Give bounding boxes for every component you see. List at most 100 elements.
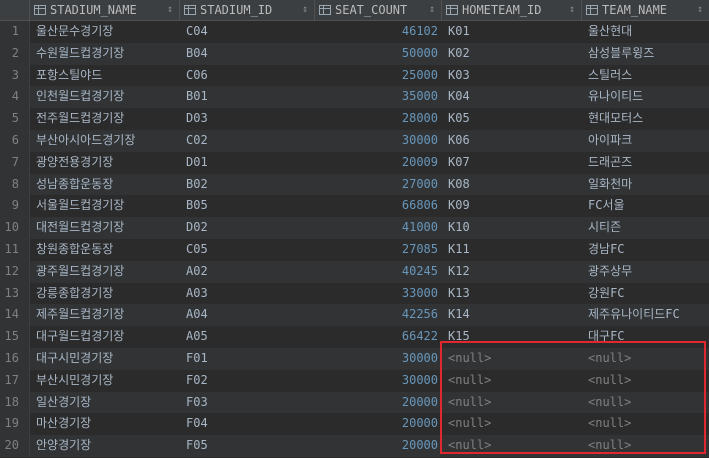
cell-seat-count[interactable]: 20000 <box>315 392 442 414</box>
cell-stadium-name[interactable]: 성남종합운동장 <box>30 174 180 196</box>
cell-stadium-id[interactable]: C05 <box>180 239 315 261</box>
table-row[interactable]: 18 일산경기장 F03 20000 <null> <null> <box>0 391 709 414</box>
cell-stadium-id[interactable]: C04 <box>180 21 315 43</box>
cell-hometeam-id[interactable]: K02 <box>442 43 582 65</box>
cell-stadium-name[interactable]: 서울월드컵경기장 <box>30 195 180 217</box>
cell-stadium-name[interactable]: 광주월드컵경기장 <box>30 261 180 283</box>
table-row[interactable]: 13 강릉종합경기장 A03 33000 K13 강원FC <box>0 282 709 305</box>
cell-seat-count[interactable]: 30000 <box>315 370 442 392</box>
cell-stadium-id[interactable]: F04 <box>180 413 315 435</box>
cell-stadium-name[interactable]: 전주월드컵경기장 <box>30 108 180 130</box>
column-header-hometeam-id[interactable]: HOMETEAM_ID ↕ <box>442 0 582 20</box>
cell-stadium-name[interactable]: 안양경기장 <box>30 435 180 457</box>
cell-team-name[interactable]: 강원FC <box>582 283 709 305</box>
cell-seat-count[interactable]: 20000 <box>315 413 442 435</box>
cell-team-name[interactable]: 일화천마 <box>582 174 709 196</box>
cell-seat-count[interactable]: 40245 <box>315 261 442 283</box>
cell-team-name[interactable]: 드래곤즈 <box>582 152 709 174</box>
cell-seat-count[interactable]: 66806 <box>315 195 442 217</box>
column-header-team-name[interactable]: TEAM_NAME ↕ <box>582 0 709 20</box>
cell-seat-count[interactable]: 20009 <box>315 152 442 174</box>
cell-hometeam-id[interactable]: K03 <box>442 65 582 87</box>
cell-stadium-name[interactable]: 포항스틸야드 <box>30 65 180 87</box>
cell-hometeam-id[interactable]: K12 <box>442 261 582 283</box>
cell-stadium-name[interactable]: 일산경기장 <box>30 392 180 414</box>
cell-seat-count[interactable]: 66422 <box>315 326 442 348</box>
cell-stadium-id[interactable]: B01 <box>180 86 315 108</box>
cell-seat-count[interactable]: 27085 <box>315 239 442 261</box>
table-row[interactable]: 12 광주월드컵경기장 A02 40245 K12 광주상무 <box>0 260 709 283</box>
cell-stadium-id[interactable]: A04 <box>180 304 315 326</box>
cell-stadium-id[interactable]: A05 <box>180 326 315 348</box>
cell-seat-count[interactable]: 50000 <box>315 43 442 65</box>
cell-stadium-id[interactable]: D03 <box>180 108 315 130</box>
cell-seat-count[interactable]: 41000 <box>315 217 442 239</box>
cell-team-name[interactable]: 삼성블루윙즈 <box>582 43 709 65</box>
sort-icon[interactable]: ↕ <box>569 0 575 20</box>
sort-icon[interactable]: ↕ <box>697 0 703 20</box>
sort-icon[interactable]: ↕ <box>167 0 173 20</box>
cell-hometeam-id[interactable]: K01 <box>442 21 582 43</box>
cell-hometeam-id[interactable]: K10 <box>442 217 582 239</box>
cell-stadium-name[interactable]: 부산아시아드경기장 <box>30 130 180 152</box>
cell-stadium-name[interactable]: 강릉종합경기장 <box>30 283 180 305</box>
cell-stadium-name[interactable]: 수원월드컵경기장 <box>30 43 180 65</box>
cell-seat-count[interactable]: 20000 <box>315 435 442 457</box>
cell-hometeam-id[interactable]: K06 <box>442 130 582 152</box>
cell-stadium-id[interactable]: D02 <box>180 217 315 239</box>
cell-stadium-id[interactable]: B05 <box>180 195 315 217</box>
cell-seat-count[interactable]: 30000 <box>315 130 442 152</box>
cell-stadium-name[interactable]: 대전월드컵경기장 <box>30 217 180 239</box>
table-row[interactable]: 2 수원월드컵경기장 B04 50000 K02 삼성블루윙즈 <box>0 42 709 65</box>
cell-team-name[interactable]: FC서울 <box>582 195 709 217</box>
cell-stadium-id[interactable]: F05 <box>180 435 315 457</box>
table-row[interactable]: 6 부산아시아드경기장 C02 30000 K06 아이파크 <box>0 129 709 152</box>
table-row[interactable]: 4 인천월드컵경기장 B01 35000 K04 유나이티드 <box>0 86 709 109</box>
cell-hometeam-id[interactable]: <null> <box>442 392 582 414</box>
table-row[interactable]: 17 부산시민경기장 F02 30000 <null> <null> <box>0 369 709 392</box>
cell-team-name[interactable]: 경남FC <box>582 239 709 261</box>
table-row[interactable]: 9 서울월드컵경기장 B05 66806 K09 FC서울 <box>0 195 709 218</box>
table-row[interactable]: 3 포항스틸야드 C06 25000 K03 스틸러스 <box>0 64 709 87</box>
cell-hometeam-id[interactable]: K15 <box>442 326 582 348</box>
table-row[interactable]: 8 성남종합운동장 B02 27000 K08 일화천마 <box>0 173 709 196</box>
cell-team-name[interactable]: 현대모터스 <box>582 108 709 130</box>
cell-hometeam-id[interactable]: K11 <box>442 239 582 261</box>
table-row[interactable]: 16 대구시민경기장 F01 30000 <null> <null> <box>0 347 709 370</box>
cell-hometeam-id[interactable]: K07 <box>442 152 582 174</box>
cell-team-name[interactable]: 아이파크 <box>582 130 709 152</box>
table-row[interactable]: 14 제주월드컵경기장 A04 42256 K14 제주유나이티드FC <box>0 304 709 327</box>
table-row[interactable]: 5 전주월드컵경기장 D03 28000 K05 현대모터스 <box>0 108 709 130</box>
cell-seat-count[interactable]: 25000 <box>315 65 442 87</box>
cell-stadium-id[interactable]: A03 <box>180 283 315 305</box>
cell-hometeam-id[interactable]: K05 <box>442 108 582 130</box>
table-row[interactable]: 19 마산경기장 F04 20000 <null> <null> <box>0 413 709 436</box>
cell-team-name[interactable]: <null> <box>582 370 709 392</box>
cell-stadium-name[interactable]: 인천월드컵경기장 <box>30 86 180 108</box>
cell-stadium-name[interactable]: 광양전용경기장 <box>30 152 180 174</box>
table-row[interactable]: 15 대구월드컵경기장 A05 66422 K15 대구FC <box>0 326 709 348</box>
table-row[interactable]: 1 울산문수경기장 C04 46102 K01 울산현대 <box>0 21 709 43</box>
cell-seat-count[interactable]: 35000 <box>315 86 442 108</box>
cell-team-name[interactable]: <null> <box>582 413 709 435</box>
table-row[interactable]: 20 안양경기장 F05 20000 <null> <null> <box>0 435 709 457</box>
cell-stadium-id[interactable]: B04 <box>180 43 315 65</box>
cell-team-name[interactable]: 대구FC <box>582 326 709 348</box>
sort-icon[interactable]: ↕ <box>302 0 308 20</box>
table-row[interactable]: 7 광양전용경기장 D01 20009 K07 드래곤즈 <box>0 151 709 174</box>
cell-stadium-name[interactable]: 울산문수경기장 <box>30 21 180 43</box>
cell-stadium-id[interactable]: F01 <box>180 348 315 370</box>
cell-hometeam-id[interactable]: K09 <box>442 195 582 217</box>
cell-seat-count[interactable]: 42256 <box>315 304 442 326</box>
table-row[interactable]: 11 창원종합운동장 C05 27085 K11 경남FC <box>0 238 709 261</box>
cell-team-name[interactable]: <null> <box>582 435 709 457</box>
cell-stadium-id[interactable]: A02 <box>180 261 315 283</box>
cell-stadium-name[interactable]: 제주월드컵경기장 <box>30 304 180 326</box>
cell-seat-count[interactable]: 28000 <box>315 108 442 130</box>
cell-stadium-name[interactable]: 부산시민경기장 <box>30 370 180 392</box>
column-header-stadium-name[interactable]: STADIUM_NAME ↕ <box>30 0 180 20</box>
cell-stadium-name[interactable]: 창원종합운동장 <box>30 239 180 261</box>
column-header-stadium-id[interactable]: STADIUM_ID ↕ <box>180 0 315 20</box>
cell-hometeam-id[interactable]: K14 <box>442 304 582 326</box>
cell-team-name[interactable]: 시티즌 <box>582 217 709 239</box>
